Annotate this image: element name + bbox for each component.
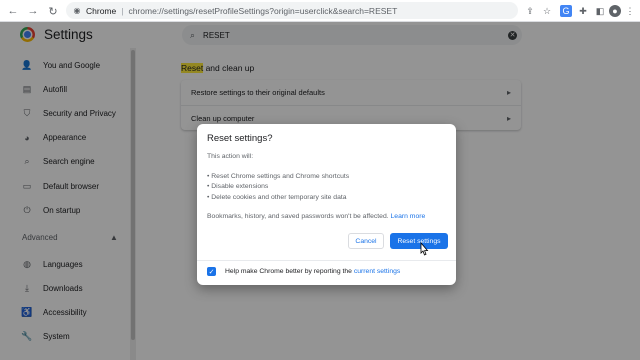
chrome-site-icon: ◉ (73, 6, 81, 15)
address-bar[interactable]: ◉ Chrome | chrome://settings/resetProfil… (66, 2, 518, 19)
dialog-body: This action will: • Reset Chrome setting… (207, 152, 447, 222)
dialog-note-text: Bookmarks, history, and saved passwords … (207, 212, 389, 220)
dialog-note: Bookmarks, history, and saved passwords … (207, 212, 447, 222)
site-name: Chrome (86, 5, 117, 16)
translate-extension-icon[interactable]: G (560, 5, 572, 17)
menu-kebab-icon[interactable]: ⋮ (624, 5, 636, 17)
current-settings-link[interactable]: current settings (354, 268, 400, 275)
share-icon[interactable]: ⇪ (524, 5, 536, 17)
mouse-pointer-icon (420, 242, 429, 256)
url-text: chrome://settings/resetProfileSettings?o… (128, 5, 398, 16)
dialog-bullet: • Delete cookies and other temporary sit… (207, 193, 347, 201)
dialog-intro: This action will: (207, 153, 254, 160)
reset-settings-dialog: Reset settings? This action will: • Rese… (197, 124, 456, 285)
dialog-footer: ✓ Help make Chrome better by reporting t… (207, 267, 400, 276)
back-icon[interactable]: ← (6, 4, 20, 18)
report-settings-checkbox[interactable]: ✓ (207, 267, 216, 276)
extensions-puzzle-icon[interactable]: ✚ (577, 5, 589, 17)
footer-label: Help make Chrome better by reporting the (225, 268, 354, 275)
dialog-title: Reset settings? (207, 133, 273, 144)
dialog-divider (197, 260, 456, 261)
side-panel-icon[interactable]: ◧ (594, 5, 606, 17)
dialog-bullet: • Reset Chrome settings and Chrome short… (207, 173, 350, 181)
forward-icon[interactable]: → (26, 4, 40, 18)
bookmark-star-icon[interactable]: ☆ (541, 5, 553, 17)
cancel-button[interactable]: Cancel (348, 233, 384, 249)
learn-more-link[interactable]: Learn more (391, 213, 426, 220)
url-separator: | (121, 5, 124, 16)
footer-text: Help make Chrome better by reporting the… (225, 268, 400, 275)
reload-icon[interactable]: ↻ (46, 4, 60, 18)
profile-avatar-icon[interactable]: ● (609, 5, 621, 17)
browser-toolbar: ← → ↻ ◉ Chrome | chrome://settings/reset… (0, 0, 640, 22)
dialog-bullet: • Disable extensions (207, 183, 269, 191)
